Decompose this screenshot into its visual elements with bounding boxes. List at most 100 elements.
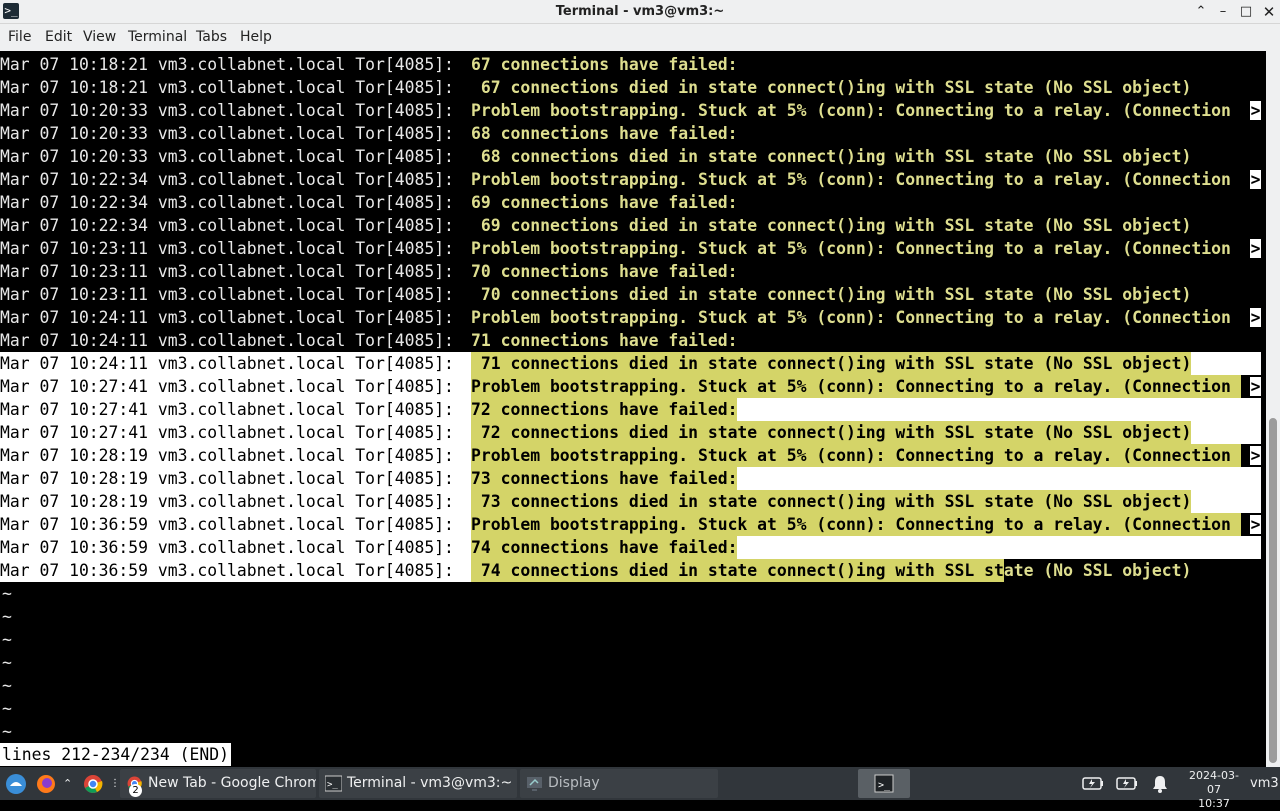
menu-view[interactable]: View	[83, 24, 116, 51]
log-prefix: Mar 07 10:24:11 vm3.collabnet.local Tor[…	[0, 331, 464, 350]
empty-line-tilde: ~	[2, 653, 12, 672]
empty-line-tilde: ~	[2, 676, 12, 695]
log-prefix: Mar 07 10:24:11 vm3.collabnet.local Tor[…	[0, 308, 464, 327]
log-message-rest: ate (No SSL object)	[1003, 561, 1192, 580]
taskbar: ⌃ ⋮ 2 New Tab - Google Chrome >_ Termina…	[0, 767, 1280, 810]
log-message: 70 connections have failed:	[471, 262, 738, 281]
display-icon	[527, 777, 542, 791]
chevron-up-icon[interactable]: ⌃	[63, 769, 75, 798]
line-truncated-marker: >	[1250, 170, 1261, 189]
log-prefix: Mar 07 10:27:41 vm3.collabnet.local Tor[…	[0, 421, 471, 444]
log-prefix: Mar 07 10:20:33 vm3.collabnet.local Tor[…	[0, 101, 464, 120]
log-prefix: Mar 07 10:28:19 vm3.collabnet.local Tor[…	[0, 467, 471, 490]
log-prefix: Mar 07 10:22:34 vm3.collabnet.local Tor[…	[0, 170, 464, 189]
log-prefix: Mar 07 10:27:41 vm3.collabnet.local Tor[…	[0, 398, 471, 421]
menu-file[interactable]: File	[8, 24, 31, 51]
log-line: Mar 07 10:23:11 vm3.collabnet.local Tor[…	[0, 283, 1191, 306]
battery-icon[interactable]	[1116, 769, 1138, 798]
log-prefix: Mar 07 10:27:41 vm3.collabnet.local Tor[…	[0, 375, 471, 398]
log-prefix: Mar 07 10:22:34 vm3.collabnet.local Tor[…	[0, 193, 464, 212]
log-message: Problem bootstrapping. Stuck at 5% (conn…	[471, 513, 1241, 536]
log-prefix: Mar 07 10:28:19 vm3.collabnet.local Tor[…	[0, 444, 471, 467]
menu-help[interactable]: Help	[240, 24, 272, 51]
log-line: Mar 07 10:36:59 vm3.collabnet.local Tor[…	[0, 536, 1262, 559]
svg-text:>_: >_	[327, 780, 338, 790]
scrollbar-thumb[interactable]	[1269, 418, 1277, 763]
terminal-pager-icon[interactable]: >_	[858, 769, 910, 798]
log-message: 73 connections died in state connect()in…	[471, 490, 1192, 513]
log-line: Mar 07 10:36:59 vm3.collabnet.local Tor[…	[0, 513, 1241, 536]
log-message: Problem bootstrapping. Stuck at 5% (conn…	[471, 308, 1241, 327]
log-line: Mar 07 10:18:21 vm3.collabnet.local Tor[…	[0, 53, 737, 76]
log-message: 72 connections died in state connect()in…	[471, 421, 1192, 444]
log-prefix: Mar 07 10:18:21 vm3.collabnet.local Tor[…	[0, 55, 464, 74]
task-label-terminal: Terminal - vm3@vm3:~	[347, 775, 513, 791]
log-prefix: Mar 07 10:22:34 vm3.collabnet.local Tor[…	[0, 216, 464, 235]
taskbar-task-chrome[interactable]: 2 New Tab - Google Chrome	[120, 769, 316, 798]
empty-line-tilde: ~	[2, 630, 12, 649]
battery-charging-icon[interactable]	[1082, 769, 1104, 798]
clock[interactable]: 2024-03-07 10:37	[1184, 769, 1244, 811]
line-truncated-marker: >	[1250, 308, 1261, 327]
selection-fill	[1191, 352, 1262, 375]
line-truncated-marker: >	[1250, 101, 1261, 120]
window-collapse-icon[interactable]: ⌃	[1191, 2, 1211, 22]
clock-date: 2024-03-07	[1189, 769, 1239, 796]
log-line: Mar 07 10:24:11 vm3.collabnet.local Tor[…	[0, 306, 1241, 329]
selection-fill	[1191, 421, 1262, 444]
menubar: File Edit View Terminal Tabs Help	[0, 24, 1280, 51]
task-label-display: Display	[548, 775, 600, 791]
pager-status-line: lines 212-234/234 (END)	[0, 743, 231, 766]
log-message: 67 connections have failed:	[471, 55, 738, 74]
log-message: 68 connections have failed:	[471, 124, 738, 143]
notification-bell-icon[interactable]	[1151, 769, 1169, 798]
window-titlebar[interactable]: >_ Terminal - vm3@vm3:~ ⌃ – □ ✕	[0, 0, 1280, 24]
log-line: Mar 07 10:22:34 vm3.collabnet.local Tor[…	[0, 168, 1241, 191]
terminal-output[interactable]: lines 212-234/234 (END) Mar 07 10:18:21 …	[0, 51, 1266, 767]
line-truncated-marker: >	[1250, 446, 1261, 465]
menu-edit[interactable]: Edit	[45, 24, 72, 51]
terminal-scrollbar[interactable]	[1266, 51, 1280, 767]
log-message: 67 connections died in state connect()in…	[471, 78, 1192, 97]
log-message: 70 connections died in state connect()in…	[471, 285, 1192, 304]
log-line: Mar 07 10:24:11 vm3.collabnet.local Tor[…	[0, 352, 1262, 375]
line-truncated-marker: >	[1250, 239, 1261, 258]
log-message: 72 connections have failed:	[471, 398, 738, 421]
window-count-badge: 2	[129, 784, 142, 797]
line-truncated-marker: >	[1250, 377, 1261, 396]
taskbar-task-terminal[interactable]: >_ Terminal - vm3@vm3:~	[319, 769, 517, 798]
log-message: Problem bootstrapping. Stuck at 5% (conn…	[471, 239, 1241, 258]
log-message: Problem bootstrapping. Stuck at 5% (conn…	[471, 375, 1241, 398]
menu-tabs[interactable]: Tabs	[196, 24, 227, 51]
task-label-chrome: New Tab - Google Chrome	[148, 775, 316, 791]
firefox-icon[interactable]	[35, 769, 57, 798]
log-line: Mar 07 10:36:59 vm3.collabnet.local Tor[…	[0, 559, 1191, 582]
log-prefix: Mar 07 10:24:11 vm3.collabnet.local Tor[…	[0, 352, 471, 375]
log-prefix: Mar 07 10:36:59 vm3.collabnet.local Tor[…	[0, 513, 471, 536]
app-launcher-icon[interactable]	[4, 769, 28, 798]
window-maximize-icon[interactable]: □	[1236, 2, 1256, 22]
log-message: 69 connections died in state connect()in…	[471, 216, 1192, 235]
window-minimize-icon[interactable]: –	[1213, 2, 1233, 22]
log-prefix: Mar 07 10:36:59 vm3.collabnet.local Tor[…	[0, 536, 471, 559]
log-line: Mar 07 10:27:41 vm3.collabnet.local Tor[…	[0, 375, 1241, 398]
taskbar-task-display[interactable]: Display	[520, 769, 718, 798]
log-prefix: Mar 07 10:23:11 vm3.collabnet.local Tor[…	[0, 285, 464, 304]
menu-terminal[interactable]: Terminal	[128, 24, 187, 51]
log-line: Mar 07 10:24:11 vm3.collabnet.local Tor[…	[0, 329, 737, 352]
chrome-launcher-icon[interactable]	[82, 769, 104, 798]
log-line: Mar 07 10:20:33 vm3.collabnet.local Tor[…	[0, 145, 1191, 168]
log-prefix: Mar 07 10:23:11 vm3.collabnet.local Tor[…	[0, 239, 464, 258]
selection-fill	[737, 536, 1262, 559]
empty-line-tilde: ~	[2, 699, 12, 718]
log-line: Mar 07 10:27:41 vm3.collabnet.local Tor[…	[0, 398, 1262, 421]
log-line: Mar 07 10:20:33 vm3.collabnet.local Tor[…	[0, 99, 1241, 122]
clock-time: 10:37	[1198, 797, 1230, 810]
user-name[interactable]: vm3	[1250, 769, 1280, 798]
log-message: 73 connections have failed:	[471, 467, 738, 490]
log-message: 74 connections have failed:	[471, 536, 738, 559]
log-message: Problem bootstrapping. Stuck at 5% (conn…	[471, 101, 1241, 120]
window-close-icon[interactable]: ✕	[1259, 2, 1279, 22]
selection-fill	[737, 398, 1262, 421]
empty-line-tilde: ~	[2, 722, 12, 741]
